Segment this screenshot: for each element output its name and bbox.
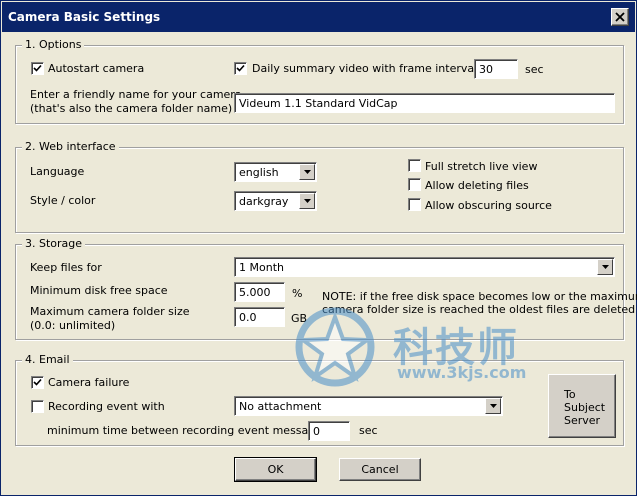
max-folder-unit: GB [291,312,308,325]
frame-interval-input[interactable]: 30 [474,59,518,79]
email-legend: 4. Email [22,353,73,367]
checkmark-icon [33,64,42,72]
style-color-select[interactable]: darkgray [234,191,317,211]
close-icon [615,12,625,22]
min-time-input[interactable]: 0 [308,421,350,441]
checkmark-icon [236,64,245,72]
min-disk-input[interactable]: 5.000 [234,282,285,302]
autostart-checkbox[interactable] [31,62,44,75]
web-interface-legend: 2. Web interface [22,140,119,154]
storage-note-line-1: NOTE: if the free disk space becomes low… [322,290,637,303]
frame-interval-unit: sec [525,63,544,76]
close-button[interactable] [611,8,629,26]
friendly-name-label-1: Enter a friendly name for your camera [30,88,242,101]
dropdown-button[interactable] [299,193,315,209]
friendly-name-label-2: (that's also the camera folder name) [30,102,233,115]
min-disk-label: Minimum disk free space [30,284,168,297]
dropdown-button[interactable] [299,164,315,180]
camera-failure-checkbox[interactable] [31,376,44,389]
dropdown-button[interactable] [597,259,613,275]
allow-obscuring-checkbox[interactable] [408,198,421,211]
storage-note-line-2: camera folder size is reached the oldest… [322,303,636,316]
attachment-value: No attachment [239,400,322,413]
recording-event-checkbox[interactable] [31,400,44,413]
min-time-label: minimum time between recording event mes… [47,424,328,437]
max-folder-input[interactable]: 0.0 [234,307,285,327]
to-subject-server-line-3: Server [564,414,601,427]
attachment-select[interactable]: No attachment [234,396,503,416]
full-stretch-checkbox[interactable] [408,159,421,172]
allow-deleting-checkbox[interactable] [408,178,421,191]
cancel-button[interactable]: Cancel [339,458,421,481]
email-group: 4. Email Camera failure Recording event … [15,353,624,446]
recording-event-label: Recording event with [48,400,165,413]
keep-files-value: 1 Month [239,261,284,274]
full-stretch-label: Full stretch live view [425,160,538,173]
checkmark-icon [33,378,42,386]
style-color-value: darkgray [239,195,289,208]
chevron-down-icon [489,404,497,408]
language-select[interactable]: english [234,162,317,182]
language-value: english [239,166,279,179]
camera-settings-dialog: Camera Basic Settings 1. Options Autosta… [0,0,637,496]
max-folder-label-2: (0.0: unlimited) [30,319,116,332]
to-subject-server-line-2: Subject [564,401,606,414]
daily-summary-checkbox[interactable] [234,62,247,75]
style-color-label: Style / color [30,194,96,207]
keep-files-select[interactable]: 1 Month [234,257,615,277]
keep-files-label: Keep files for [30,261,102,274]
window-title: Camera Basic Settings [8,10,161,24]
min-disk-unit: % [292,287,303,300]
dropdown-button[interactable] [485,398,501,414]
language-label: Language [30,165,85,178]
camera-failure-label: Camera failure [48,376,130,389]
allow-obscuring-label: Allow obscuring source [425,199,552,212]
chevron-down-icon [303,199,311,203]
to-subject-server-button[interactable]: To Subject Server [548,374,616,438]
allow-deleting-label: Allow deleting files [425,179,529,192]
autostart-label: Autostart camera [48,62,145,75]
options-legend: 1. Options [22,38,85,52]
title-bar[interactable]: Camera Basic Settings [2,2,635,32]
to-subject-server-line-1: To [564,388,576,401]
min-time-unit: sec [359,424,378,437]
options-group: 1. Options Autostart camera Daily summar… [15,38,624,124]
daily-summary-label: Daily summary video with frame interval … [252,62,492,75]
storage-group: 3. Storage Keep files for 1 Month Minimu… [15,237,637,340]
chevron-down-icon [303,170,311,174]
ok-button[interactable]: OK [234,457,317,482]
chevron-down-icon [601,265,609,269]
storage-legend: 3. Storage [22,237,86,251]
max-folder-label-1: Maximum camera folder size [30,305,190,318]
friendly-name-input[interactable]: Videum 1.1 Standard VidCap [234,93,615,113]
web-interface-group: 2. Web interface Language english Style … [15,140,624,233]
